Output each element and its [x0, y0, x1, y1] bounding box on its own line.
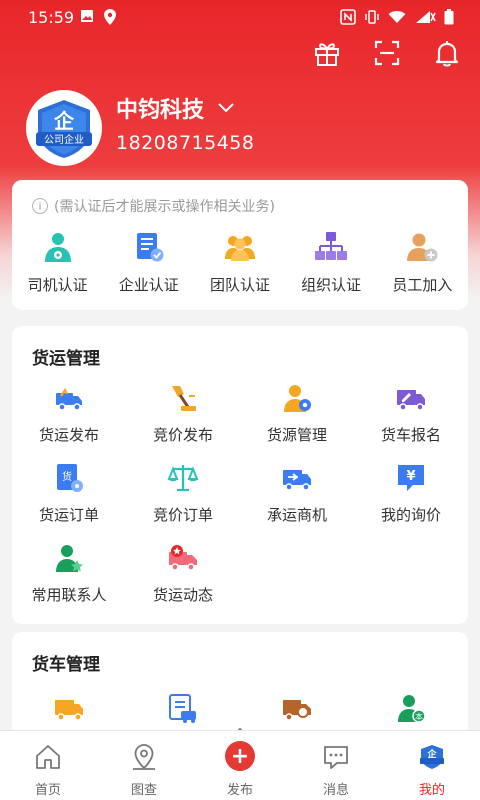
plus-icon: +	[225, 741, 255, 771]
vibrate-icon	[365, 10, 379, 24]
status-time: 15:59	[28, 8, 75, 27]
auth-notice-text: (需认证后才能展示或操作相关业务)	[54, 199, 275, 215]
freight-management-card: 货运管理 货运发布 竞价发布 货源管理 货车报名 货 货运订单 竞价订单 承运商…	[12, 326, 468, 624]
auth-card: i (需认证后才能展示或操作相关业务) 司机认证 企业认证 团队认证 组织认证 …	[12, 180, 468, 310]
nav-publish[interactable]: + 发布	[192, 731, 288, 800]
home-icon	[36, 745, 60, 769]
source-manage-button[interactable]: 货源管理	[240, 382, 354, 446]
carrier-opportunity-button[interactable]: 承运商机	[240, 462, 354, 526]
truck-icon	[55, 700, 83, 721]
freight-publish-button[interactable]: 货运发布	[12, 382, 126, 446]
freight-news-icon	[169, 545, 197, 571]
auth-item-staff-join[interactable]: 员工加入	[377, 230, 468, 295]
badge-text: 公司企业	[44, 133, 84, 146]
contacts-icon	[56, 545, 83, 572]
auth-item-org[interactable]: 组织认证	[286, 230, 377, 295]
contacts-button[interactable]: 常用联系人	[12, 542, 126, 606]
svg-text:货: 货	[62, 470, 72, 483]
message-icon	[324, 746, 348, 769]
bid-publish-icon	[172, 386, 196, 411]
chevron-down-icon[interactable]	[218, 103, 234, 113]
gallery-icon	[81, 10, 93, 22]
enterprise-icon	[136, 233, 164, 262]
battery-icon	[444, 9, 454, 25]
status-bar: 15:59	[0, 0, 480, 34]
svg-text:¥: ¥	[406, 469, 415, 484]
scan-icon[interactable]	[372, 38, 402, 68]
driver-icon	[44, 233, 71, 262]
signal-icon	[416, 11, 436, 23]
org-icon	[315, 232, 348, 260]
auth-item-team[interactable]: 团队认证	[194, 230, 285, 295]
freight-title: 货运管理	[32, 349, 100, 369]
avatar[interactable]: 企 公司企业	[26, 90, 102, 166]
bid-order-icon	[167, 465, 199, 492]
truck-search-icon	[283, 700, 311, 721]
mine-badge-icon: 企	[420, 745, 444, 769]
staff-join-icon	[407, 233, 438, 262]
info-icon: i	[32, 198, 48, 214]
freight-news-button[interactable]: 货运动态	[126, 542, 240, 606]
gift-icon[interactable]	[312, 38, 342, 68]
nfc-icon	[340, 9, 356, 25]
nav-home[interactable]: 首页	[0, 731, 96, 800]
driver-license-icon: 本	[398, 695, 426, 723]
my-inquiry-icon: ¥	[398, 465, 424, 491]
carrier-opportunity-icon	[283, 470, 311, 491]
badge-char: 企	[53, 109, 75, 133]
bell-icon[interactable]	[432, 38, 462, 68]
truck-signup-button[interactable]: 货车报名	[354, 382, 468, 446]
truck-title: 货车管理	[32, 655, 100, 675]
phone-number: 18208715458	[116, 132, 255, 154]
truck-schedule-icon	[169, 694, 196, 723]
auth-item-enterprise[interactable]: 企业认证	[103, 230, 194, 295]
company-name-row[interactable]: 中钧科技	[116, 92, 234, 124]
source-manage-icon	[284, 385, 311, 412]
location-icon	[104, 9, 116, 25]
bid-publish-button[interactable]: 竞价发布	[126, 382, 240, 446]
nav-mine[interactable]: 企 我的	[384, 731, 480, 800]
nav-map[interactable]: 图查	[96, 731, 192, 800]
my-inquiry-button[interactable]: ¥ 我的询价	[354, 462, 468, 526]
bottom-nav: 首页 图查 + 发布 消息 企 我的	[0, 730, 480, 800]
bid-order-button[interactable]: 竞价订单	[126, 462, 240, 526]
map-pin-icon	[133, 744, 155, 770]
freight-order-button[interactable]: 货 货运订单	[12, 462, 126, 526]
nav-messages[interactable]: 消息	[288, 731, 384, 800]
enterprise-badge-icon: 企 公司企业	[36, 100, 92, 158]
team-icon	[224, 236, 255, 261]
auth-notice: i (需认证后才能展示或操作相关业务)	[32, 196, 275, 216]
wifi-icon	[388, 11, 406, 23]
truck-signup-icon	[397, 390, 425, 411]
freight-order-icon: 货	[57, 464, 83, 492]
freight-publish-icon	[56, 387, 82, 411]
auth-item-driver[interactable]: 司机认证	[12, 230, 103, 295]
company-name: 中钧科技	[116, 98, 205, 123]
svg-text:本: 本	[415, 712, 423, 722]
